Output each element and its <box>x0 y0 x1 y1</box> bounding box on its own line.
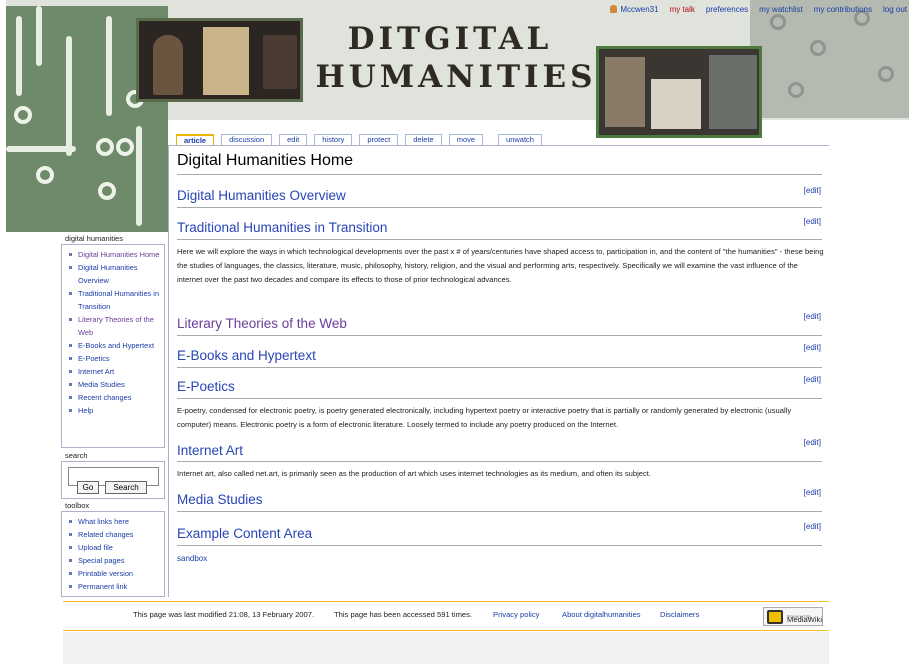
toolbox-portlet-title: toolbox <box>65 501 90 510</box>
section-divider <box>177 335 822 336</box>
mediawiki-label: MediaWiki <box>787 615 823 624</box>
content-area: Digital Humanities Home [edit] Digital H… <box>168 145 829 597</box>
user-icon <box>610 5 618 13</box>
section-divider <box>177 461 822 462</box>
page-actions-tabs: article discussion edit history protect … <box>176 134 542 145</box>
footer-privacy-policy-link[interactable]: Privacy policy <box>493 610 539 619</box>
toolbox-permanent-link[interactable]: Permanent link <box>68 580 160 593</box>
title-divider <box>177 174 822 175</box>
go-button[interactable]: Go <box>77 481 99 494</box>
nav-link-digital-humanities-home[interactable]: Digital Humanities Home <box>68 248 160 261</box>
nav-link-overview[interactable]: Digital Humanities Overview <box>68 261 160 287</box>
navigation-portlet: Digital Humanities Home Digital Humaniti… <box>61 244 165 448</box>
heading-literary-theories[interactable]: Literary Theories of the Web <box>177 316 347 331</box>
circuit-board-image-right <box>750 0 909 118</box>
section-divider <box>177 239 822 240</box>
preferences-link[interactable]: preferences <box>706 5 748 14</box>
nav-link-epoetics[interactable]: E-Poetics <box>68 352 160 365</box>
edit-section-example[interactable]: [edit] <box>804 522 821 531</box>
footer-disclaimers-link[interactable]: Disclaimers <box>660 610 699 619</box>
page-title: Digital Humanities Home <box>177 152 354 169</box>
edit-section-traditional[interactable]: [edit] <box>804 217 821 226</box>
site-title-line2: HUMANITIES <box>315 59 597 95</box>
toolbox-what-links-here[interactable]: What links here <box>68 515 160 528</box>
site-logo-title[interactable]: DITGITAL HUMANITIES <box>300 20 600 96</box>
footer: This page was last modified 21:08, 13 Fe… <box>63 601 829 631</box>
tab-move[interactable]: move <box>448 134 484 145</box>
sandbox-link[interactable]: sandbox <box>177 554 207 563</box>
page-bottom-background <box>63 632 829 664</box>
tab-unwatch[interactable]: unwatch <box>498 134 542 145</box>
nav-link-media-studies[interactable]: Media Studies <box>68 378 160 391</box>
epoetics-text: E-poetry, condensed for electronic poetr… <box>177 406 792 429</box>
toolbox-portlet: What links here Related changes Upload f… <box>61 511 165 597</box>
section-divider <box>177 545 822 546</box>
heading-ebooks-hypertext[interactable]: E-Books and Hypertext <box>177 348 316 363</box>
search-portlet: Go Search <box>61 461 165 499</box>
footer-about-link[interactable]: About digitalhumanities <box>562 610 641 619</box>
heading-example-content-area[interactable]: Example Content Area <box>177 526 312 541</box>
section-divider <box>177 207 822 208</box>
edit-section-internet-art[interactable]: [edit] <box>804 438 821 447</box>
edit-section-overview[interactable]: [edit] <box>804 186 821 195</box>
heading-media-studies[interactable]: Media Studies <box>177 492 263 507</box>
site-title-line1: DITGITAL <box>347 21 553 57</box>
section-divider <box>177 398 822 399</box>
toolbox-upload-file[interactable]: Upload file <box>68 541 160 554</box>
edit-section-literary[interactable]: [edit] <box>804 312 821 321</box>
powered-by-mediawiki-badge[interactable]: Powered By MediaWiki <box>763 607 823 626</box>
my-contributions-link[interactable]: my contributions <box>814 5 872 14</box>
footer-last-modified: This page was last modified 21:08, 13 Fe… <box>133 610 315 619</box>
toolbox-printable-version[interactable]: Printable version <box>68 567 160 580</box>
tab-article[interactable]: article <box>176 134 215 145</box>
heading-traditional-humanities[interactable]: Traditional Humanities in Transition <box>177 220 387 235</box>
heading-digital-humanities-overview[interactable]: Digital Humanities Overview <box>177 188 346 203</box>
nav-link-ebooks[interactable]: E-Books and Hypertext <box>68 339 160 352</box>
manuscript-photo <box>136 18 303 102</box>
nav-link-internet-art[interactable]: Internet Art <box>68 365 160 378</box>
tab-history[interactable]: history <box>314 134 353 145</box>
heading-internet-art[interactable]: Internet Art <box>177 443 243 458</box>
mediawiki-logo-icon <box>767 609 783 624</box>
tab-edit[interactable]: edit <box>279 134 308 145</box>
navigation-portlet-title: digital humanities <box>65 234 123 243</box>
section-divider <box>177 511 822 512</box>
my-talk-link[interactable]: my talk <box>670 5 695 14</box>
toolbox-related-changes[interactable]: Related changes <box>68 528 160 541</box>
personal-tools: Mccwen31 my talk preferences my watchlis… <box>610 5 907 14</box>
internet-art-text: Internet art, also called net.art, is pr… <box>177 469 652 478</box>
media-collage-photo <box>596 46 762 138</box>
edit-section-media-studies[interactable]: [edit] <box>804 488 821 497</box>
section-divider <box>177 367 822 368</box>
nav-link-literary-theories[interactable]: Literary Theories of the Web <box>68 313 160 339</box>
toolbox-special-pages[interactable]: Special pages <box>68 554 160 567</box>
tab-delete[interactable]: delete <box>405 134 442 145</box>
nav-link-traditional-humanities[interactable]: Traditional Humanities in Transition <box>68 287 160 313</box>
my-watchlist-link[interactable]: my watchlist <box>759 5 803 14</box>
tab-discussion[interactable]: discussion <box>221 134 273 145</box>
heading-epoetics[interactable]: E-Poetics <box>177 379 235 394</box>
edit-section-epoetics[interactable]: [edit] <box>804 375 821 384</box>
tab-protect[interactable]: protect <box>359 134 399 145</box>
traditional-humanities-text: Here we will explore the ways in which t… <box>177 247 824 284</box>
footer-view-count: This page has been accessed 591 times. <box>334 610 473 619</box>
search-button[interactable]: Search <box>105 481 147 494</box>
nav-link-help[interactable]: Help <box>68 404 160 417</box>
user-page-link[interactable]: Mccwen31 <box>610 5 659 14</box>
log-out-link[interactable]: log out <box>883 5 907 14</box>
edit-section-ebooks[interactable]: [edit] <box>804 343 821 352</box>
nav-link-recent-changes[interactable]: Recent changes <box>68 391 160 404</box>
search-portlet-title: search <box>65 451 88 460</box>
